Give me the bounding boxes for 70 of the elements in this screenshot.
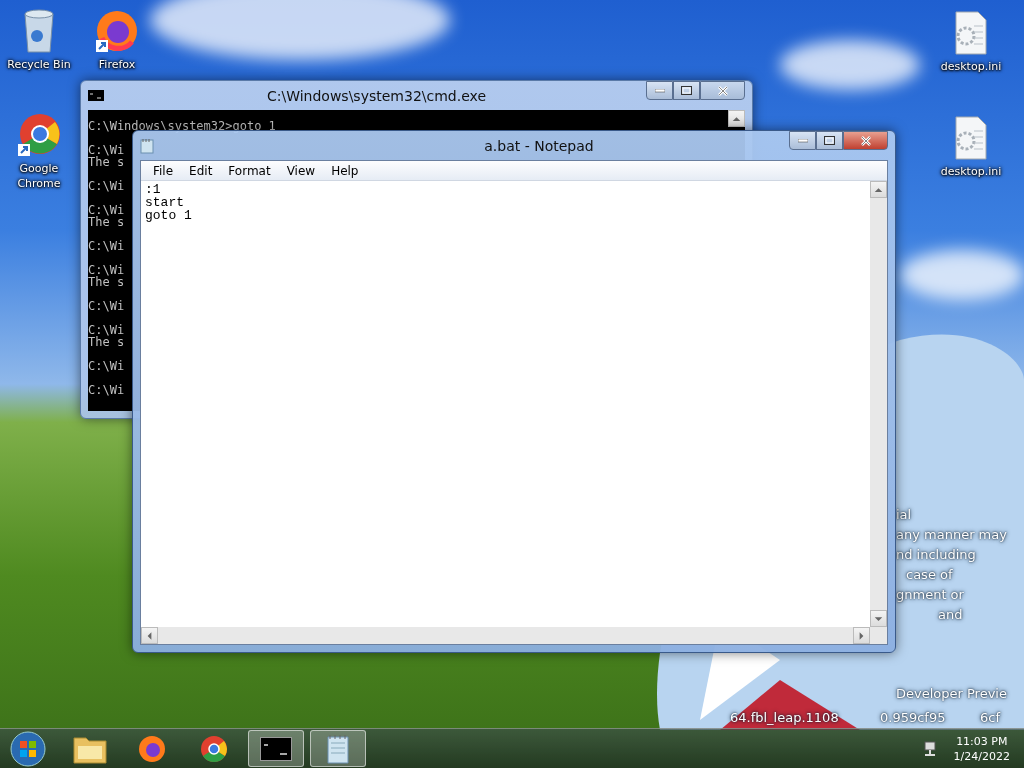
close-icon <box>716 85 729 96</box>
minimize-button[interactable] <box>789 131 816 150</box>
firefox-icon <box>94 8 140 54</box>
console-text: The s <box>88 276 125 288</box>
console-text: C:\Wi <box>88 240 125 252</box>
close-icon <box>859 135 872 146</box>
wallpaper-text: 0.959cf95 <box>880 710 946 725</box>
menu-item[interactable]: Help <box>323 161 367 180</box>
wallpaper-text: 64.fbl_leap.1108 <box>730 710 839 725</box>
wallpaper-text: 6cf <box>980 710 1000 725</box>
taskbar-button[interactable] <box>248 730 304 767</box>
text-editor[interactable]: :1 start goto 1 <box>141 181 870 627</box>
maximize-button[interactable] <box>816 131 843 150</box>
desktop-icon-label[interactable]: Google Chrome <box>0 161 78 191</box>
console-text: C:\Wi <box>88 180 125 192</box>
network-icon <box>921 740 938 757</box>
clock-date: 1/24/2022 <box>953 748 1010 764</box>
console-text: C:\Wi <box>88 264 125 276</box>
window-title: C:\Windows\system32\cmd.exe <box>265 87 488 104</box>
desktop-icon-label[interactable]: desktop.ini <box>940 59 1002 74</box>
maximize-icon <box>824 136 835 145</box>
menu-item[interactable]: Edit <box>181 161 221 180</box>
menu-item[interactable]: View <box>278 161 324 180</box>
menu-item[interactable]: Format <box>220 161 279 180</box>
desktop-icon-label[interactable]: Recycle Bin <box>7 57 71 72</box>
minimize-button[interactable] <box>646 81 673 100</box>
chrome-icon <box>16 112 62 158</box>
wallpaper-text: ial <box>896 507 912 522</box>
desktop-icon-label[interactable]: desktop.ini <box>940 164 1002 179</box>
text-line: :1 <box>145 183 161 196</box>
menu-item[interactable]: File <box>145 161 182 180</box>
console-text: C:\Wi <box>88 300 125 312</box>
clock[interactable]: 11:03 PM 1/24/2022 <box>947 733 1016 764</box>
console-text: C:\Wi <box>88 204 125 216</box>
settings-file-icon <box>952 10 990 56</box>
settings-file-icon <box>952 115 990 161</box>
firefox-icon <box>137 733 167 764</box>
maximize-icon <box>681 86 692 95</box>
console-text: C:\Wi <box>88 144 125 156</box>
wallpaper-text: any manner may <box>896 527 1007 542</box>
clock-time: 11:03 PM <box>956 733 1008 749</box>
console-text: C:\Wi <box>88 360 125 372</box>
terminal-icon <box>88 90 104 101</box>
terminal-icon <box>260 736 292 761</box>
text-line: goto 1 <box>145 209 192 222</box>
notepad-icon <box>140 137 154 154</box>
maximize-button[interactable] <box>673 81 700 100</box>
scrollbar-corner <box>870 627 887 644</box>
desktop-icon-label[interactable]: Firefox <box>98 57 136 72</box>
close-button[interactable] <box>843 131 888 150</box>
console-text: The s <box>88 336 125 348</box>
wallpaper-text: case of <box>906 567 953 582</box>
start-button[interactable] <box>8 728 48 768</box>
window-title: a.bat - Notepad <box>483 137 595 154</box>
notepad-icon <box>324 732 352 765</box>
console-text: The s <box>88 216 125 228</box>
chrome-icon <box>199 733 229 764</box>
console-text: The s <box>88 156 125 168</box>
text-line: start <box>145 196 184 209</box>
minimize-icon <box>797 138 808 143</box>
start-orb-icon <box>9 729 47 768</box>
wallpaper-text: and <box>938 607 963 622</box>
wallpaper-text: gnment or <box>896 587 964 602</box>
close-button[interactable] <box>700 81 745 100</box>
minimize-icon <box>654 88 665 93</box>
console-text: C:\Wi <box>88 324 125 336</box>
console-text: C:\Wi <box>88 384 125 396</box>
console-text: C:\Windows\system32>goto 1 <box>88 120 276 132</box>
wallpaper-text: Developer Previe <box>896 686 1007 701</box>
wallpaper-text: nd including <box>896 547 976 562</box>
